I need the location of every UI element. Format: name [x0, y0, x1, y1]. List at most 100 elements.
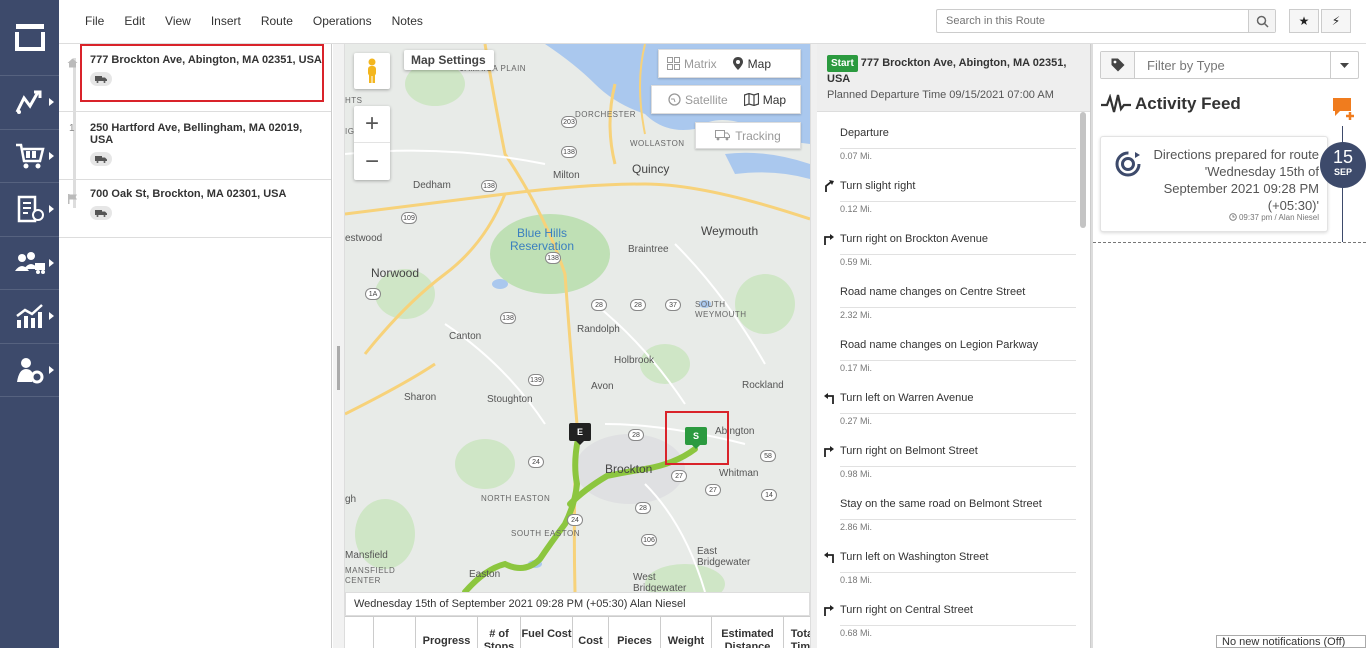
map-label-dedham: Dedham [413, 180, 451, 191]
quick-actions-button[interactable]: ⚡ [1321, 9, 1351, 33]
matrix-option[interactable]: Matrix [659, 57, 725, 71]
end-marker[interactable]: E [569, 423, 591, 445]
step-divider [840, 307, 1076, 308]
menu-insert[interactable]: Insert [211, 14, 241, 28]
step-text: Road name changes on Centre Street [840, 286, 1026, 298]
step-distance: 0.18 Mi. [840, 575, 873, 585]
col-estimated-distance[interactable]: Estimated Distance [711, 617, 783, 648]
tracking-button[interactable]: Tracking [695, 122, 801, 149]
col-expand[interactable] [345, 617, 373, 648]
direction-step[interactable]: Turn right on Brockton Avenue 0.59 Mi. [817, 218, 1079, 271]
direction-step[interactable]: Road name changes on Centre Street 2.32 M… [817, 271, 1079, 324]
map-settings-button[interactable]: Map Settings [404, 50, 494, 70]
street-view-button[interactable] [354, 53, 390, 89]
left-turn-icon [824, 552, 834, 563]
step-text: Turn left on Washington Street [840, 551, 989, 563]
step-divider [840, 572, 1076, 573]
step-divider [840, 254, 1076, 255]
stop-item-end[interactable]: 700 Oak St, Brockton, MA 02301, USA [59, 180, 331, 238]
col-total-time[interactable]: Total Time [783, 617, 810, 648]
map-type-toggle: Satellite Map [651, 85, 801, 114]
roadmap-option[interactable]: Map [736, 93, 794, 107]
search-input[interactable] [937, 10, 1247, 32]
directions-sync-icon [1115, 151, 1141, 177]
matrix-icon [667, 57, 680, 70]
directions-scrollbar[interactable] [1080, 112, 1086, 228]
chevron-down-icon[interactable] [1330, 52, 1358, 78]
direction-step[interactable]: Turn right on Belmont Street 0.98 Mi. [817, 430, 1079, 483]
map-label-braintree: Braintree [628, 244, 669, 255]
analytics-icon [15, 304, 43, 329]
activity-filter[interactable]: Filter by Type [1100, 51, 1359, 79]
search-button[interactable] [1248, 10, 1275, 32]
col-weight[interactable]: Weight [660, 617, 711, 648]
col-fuel-cost[interactable]: Fuel Cost [520, 617, 572, 648]
nav-addresses[interactable] [0, 183, 59, 237]
map-label-whitman: Whitman [719, 468, 759, 479]
address-book-icon [17, 196, 44, 223]
nav-settings[interactable] [0, 344, 59, 397]
notification-status[interactable]: No new notifications (Off) [1216, 635, 1366, 648]
nav-orders[interactable] [0, 130, 59, 183]
favorite-button[interactable]: ★ [1289, 9, 1319, 33]
col-progress[interactable]: Progress [415, 617, 477, 648]
zoom-in-button[interactable]: + [354, 106, 390, 143]
step-text: Turn slight right [840, 180, 916, 192]
menu-route[interactable]: Route [261, 14, 293, 28]
satellite-label: Satellite [685, 92, 728, 107]
tag-icon [1101, 52, 1135, 78]
menu-file[interactable]: File [85, 14, 104, 28]
stop-address: 700 Oak St, Brockton, MA 02301, USA [90, 188, 287, 200]
panel-splitter[interactable] [333, 44, 345, 648]
col-select[interactable] [373, 617, 415, 648]
map-label: Map [747, 56, 772, 71]
step-divider [840, 519, 1076, 520]
date-badge: 15 SEP [1320, 142, 1366, 188]
nav-team[interactable] [0, 237, 59, 290]
direction-step[interactable]: Stay on the same road on Belmont Street 2… [817, 483, 1079, 536]
map-label-east-bridgewater: East Bridgewater [697, 546, 751, 568]
satellite-icon [668, 93, 681, 106]
cart-icon [15, 143, 45, 169]
zoom-out-button[interactable]: − [354, 143, 390, 180]
menu-operations[interactable]: Operations [313, 14, 372, 28]
activity-card[interactable]: Directions prepared for route 'Wednesday… [1100, 136, 1328, 232]
menu-notes[interactable]: Notes [392, 14, 423, 28]
direction-step[interactable]: Turn left on Washington Street 0.18 Mi. [817, 536, 1079, 589]
col-pieces[interactable]: Pieces [608, 617, 660, 648]
direction-step[interactable]: Turn left on Warren Avenue 0.27 Mi. [817, 377, 1079, 430]
step-distance: 0.59 Mi. [840, 257, 873, 267]
step-distance: 2.32 Mi. [840, 310, 873, 320]
satellite-option[interactable]: Satellite [652, 93, 736, 107]
directions-header: Start 777 Brockton Ave, Abington, MA 0235… [817, 44, 1090, 112]
app-logo[interactable] [0, 0, 59, 76]
direction-step[interactable]: Turn right on Central Street 0.68 Mi. [817, 589, 1079, 642]
stop-number: 1 [69, 123, 75, 134]
slight-right-turn-icon [825, 180, 834, 192]
nav-analytics[interactable] [0, 290, 59, 344]
map-option[interactable]: Map [725, 57, 779, 71]
direction-step[interactable]: Departure 0.07 Mi. [817, 112, 1079, 165]
col-cost[interactable]: Cost [572, 617, 608, 648]
map-label-quincy: Quincy [632, 162, 670, 176]
roadmap-label: Map [762, 92, 787, 107]
menu-view[interactable]: View [165, 14, 191, 28]
stop-item[interactable]: 1 250 Hartford Ave, Bellingham, MA 02019… [59, 112, 331, 180]
panel-splitter-2[interactable] [810, 44, 817, 648]
activity-feed-title: Activity Feed [1135, 94, 1241, 113]
step-distance: 0.07 Mi. [840, 151, 873, 161]
step-distance: 0.27 Mi. [840, 416, 873, 426]
map-label-canton: Canton [449, 331, 482, 342]
step-distance: 2.86 Mi. [840, 522, 873, 532]
step-text: Stay on the same road on Belmont Street [840, 498, 1042, 510]
route-map[interactable]: JAMAICA PLAIN HTS IGHTS DORCHESTER WOLLA… [345, 44, 810, 592]
planned-departure: Planned Departure Time 09/15/2021 07:00 … [827, 89, 1054, 101]
step-divider [840, 201, 1076, 202]
direction-step[interactable]: Turn slight right 0.12 Mi. [817, 165, 1079, 218]
direction-step[interactable]: Road name changes on Legion Parkway 0.17 … [817, 324, 1079, 377]
truck-icon [715, 130, 731, 141]
col-stops[interactable]: # of Stops [477, 617, 520, 648]
add-note-icon[interactable] [1333, 98, 1355, 120]
nav-routes[interactable] [0, 76, 59, 130]
menu-edit[interactable]: Edit [124, 14, 145, 28]
